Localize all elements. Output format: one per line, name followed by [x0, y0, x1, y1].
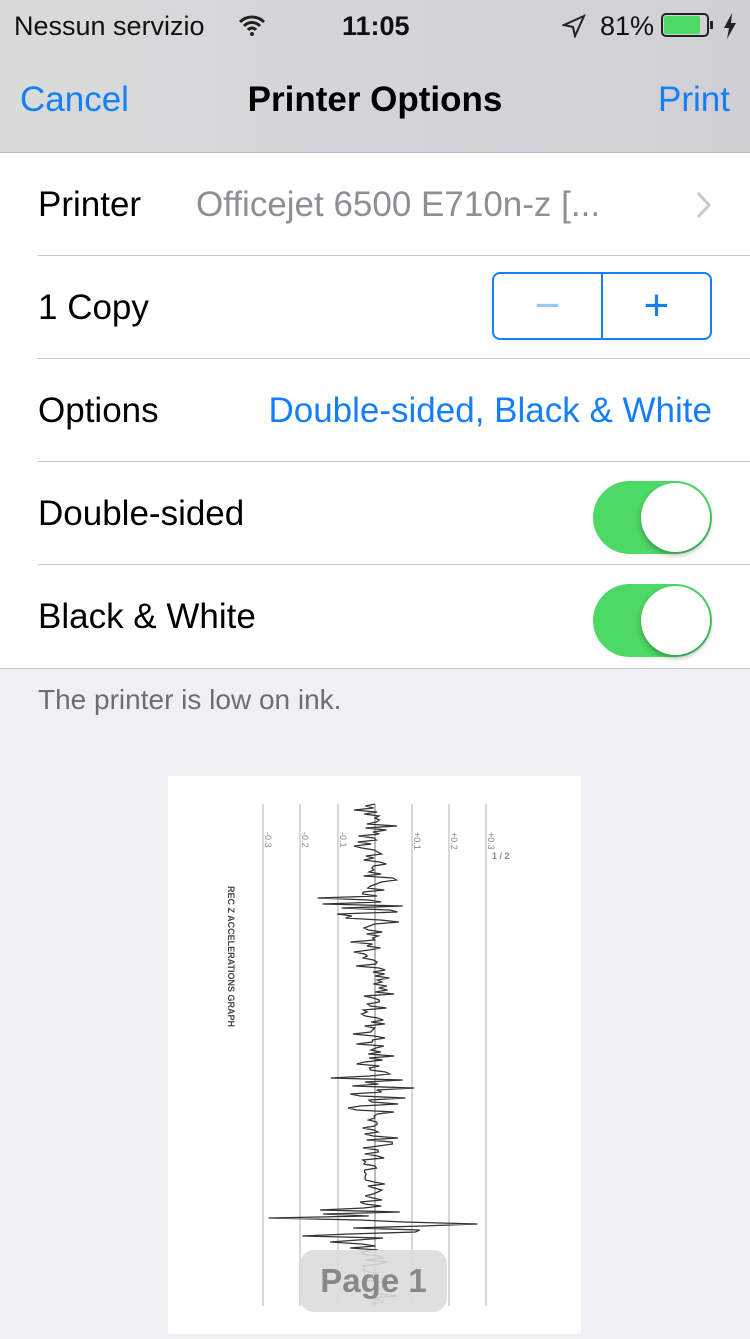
top-bar: Nessun servizio 11:05 81% Cancel Printer… — [0, 0, 750, 153]
time: 11:05 — [342, 10, 410, 41]
printer-row[interactable]: Printer Officejet 6500 E710n-z [... — [0, 153, 750, 256]
graph-title: REC Z ACCELERATIONS GRAPH — [226, 886, 236, 1027]
options-row[interactable]: Options Double-sided, Black & White — [0, 359, 750, 462]
wifi-icon — [238, 15, 266, 36]
double-sided-row: Double-sided — [0, 462, 750, 565]
options-value: Double-sided, Black & White — [268, 390, 712, 430]
black-white-toggle[interactable] — [593, 584, 712, 657]
axis-label: +0.2 — [449, 832, 459, 850]
black-white-row: Black & White — [0, 565, 750, 668]
cancel-button[interactable]: Cancel — [20, 80, 129, 120]
carrier: Nessun servizio — [14, 10, 205, 41]
axis-label: -0.2 — [300, 832, 310, 848]
options-label: Options — [38, 390, 159, 430]
axis-label: -0.3 — [263, 832, 273, 848]
black-white-label: Black & White — [38, 596, 256, 636]
print-button[interactable]: Print — [658, 80, 730, 120]
copies-label: 1 Copy — [38, 287, 149, 327]
page-label: Page 1 — [300, 1250, 447, 1312]
copies-row: 1 Copy − + — [0, 256, 750, 359]
battery-percent: 81% — [600, 10, 655, 41]
axis-label: +0.1 — [412, 832, 422, 850]
chevron-right-icon — [696, 191, 712, 219]
printer-value: Officejet 6500 E710n-z [... — [196, 184, 601, 224]
copies-stepper[interactable]: − + — [492, 272, 712, 340]
decrement-button[interactable]: − — [494, 274, 603, 338]
low-ink-note: The printer is low on ink. — [38, 684, 342, 715]
page-count: 1 / 2 — [492, 851, 510, 861]
battery-icon — [661, 13, 713, 37]
charging-bolt-icon — [724, 13, 736, 39]
axis-label: +0.3 — [486, 832, 496, 850]
double-sided-label: Double-sided — [38, 493, 245, 533]
increment-button[interactable]: + — [603, 274, 710, 338]
double-sided-toggle[interactable] — [593, 481, 712, 554]
location-arrow-icon — [562, 14, 586, 38]
axis-label: -0.1 — [338, 832, 348, 848]
printer-label: Printer — [38, 184, 142, 224]
options-list: Printer Officejet 6500 E710n-z [... 1 Co… — [0, 153, 750, 669]
